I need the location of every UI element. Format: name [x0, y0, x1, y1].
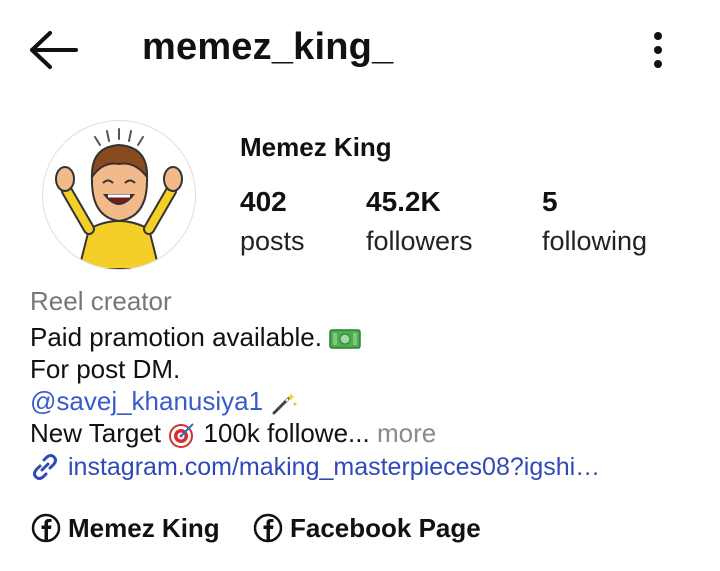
- link-icon: [33, 454, 57, 480]
- facebook-link-label[interactable]: Memez King: [68, 513, 220, 544]
- followers-count[interactable]: 45.2K: [366, 186, 441, 218]
- followers-label[interactable]: followers: [366, 226, 473, 257]
- bio-external-link[interactable]: instagram.com/making_masterpieces08?igsh…: [30, 452, 600, 482]
- bio-mention-link[interactable]: @savej_khanusiya1: [30, 386, 263, 416]
- bio-category: Reel creator: [30, 286, 172, 316]
- facebook-link-memez-king[interactable]: Memez King: [30, 512, 220, 544]
- profile-avatar[interactable]: [42, 120, 196, 270]
- bio-line-dm: For post DM.: [30, 354, 181, 384]
- display-name: Memez King: [240, 132, 392, 162]
- facebook-link-label[interactable]: Facebook Page: [290, 513, 481, 544]
- following-count[interactable]: 5: [542, 186, 558, 218]
- bio-line-promotion: Paid pramotion available.: [30, 322, 361, 353]
- bio-link-text[interactable]: instagram.com/making_masterpieces08?igsh…: [68, 453, 600, 482]
- more-vertical-icon: [654, 32, 662, 68]
- back-button[interactable]: [28, 28, 80, 72]
- magic-wand-icon: [272, 393, 297, 415]
- bio-more-button[interactable]: more: [377, 418, 436, 448]
- target-icon: [169, 423, 194, 449]
- bio-promotion-text: Paid pramotion available.: [30, 322, 322, 352]
- bio-mention-row[interactable]: @savej_khanusiya1: [30, 386, 298, 417]
- facebook-link-page[interactable]: Facebook Page: [252, 512, 481, 544]
- facebook-icon: [31, 513, 61, 543]
- bio-target-prefix: New Target: [30, 418, 162, 448]
- avatar-illustration: [55, 128, 183, 269]
- arrow-left-icon: [30, 31, 78, 69]
- facebook-icon: [253, 513, 283, 543]
- more-options-button[interactable]: [640, 28, 676, 72]
- posts-label[interactable]: posts: [240, 226, 305, 257]
- bio-target-suffix: 100k followe...: [203, 418, 370, 448]
- posts-count[interactable]: 402: [240, 186, 287, 218]
- money-icon: [329, 329, 361, 349]
- following-label[interactable]: following: [542, 226, 647, 257]
- bio-line-target: New Target 100k followe... more: [30, 418, 436, 449]
- profile-username: memez_king_: [142, 26, 394, 68]
